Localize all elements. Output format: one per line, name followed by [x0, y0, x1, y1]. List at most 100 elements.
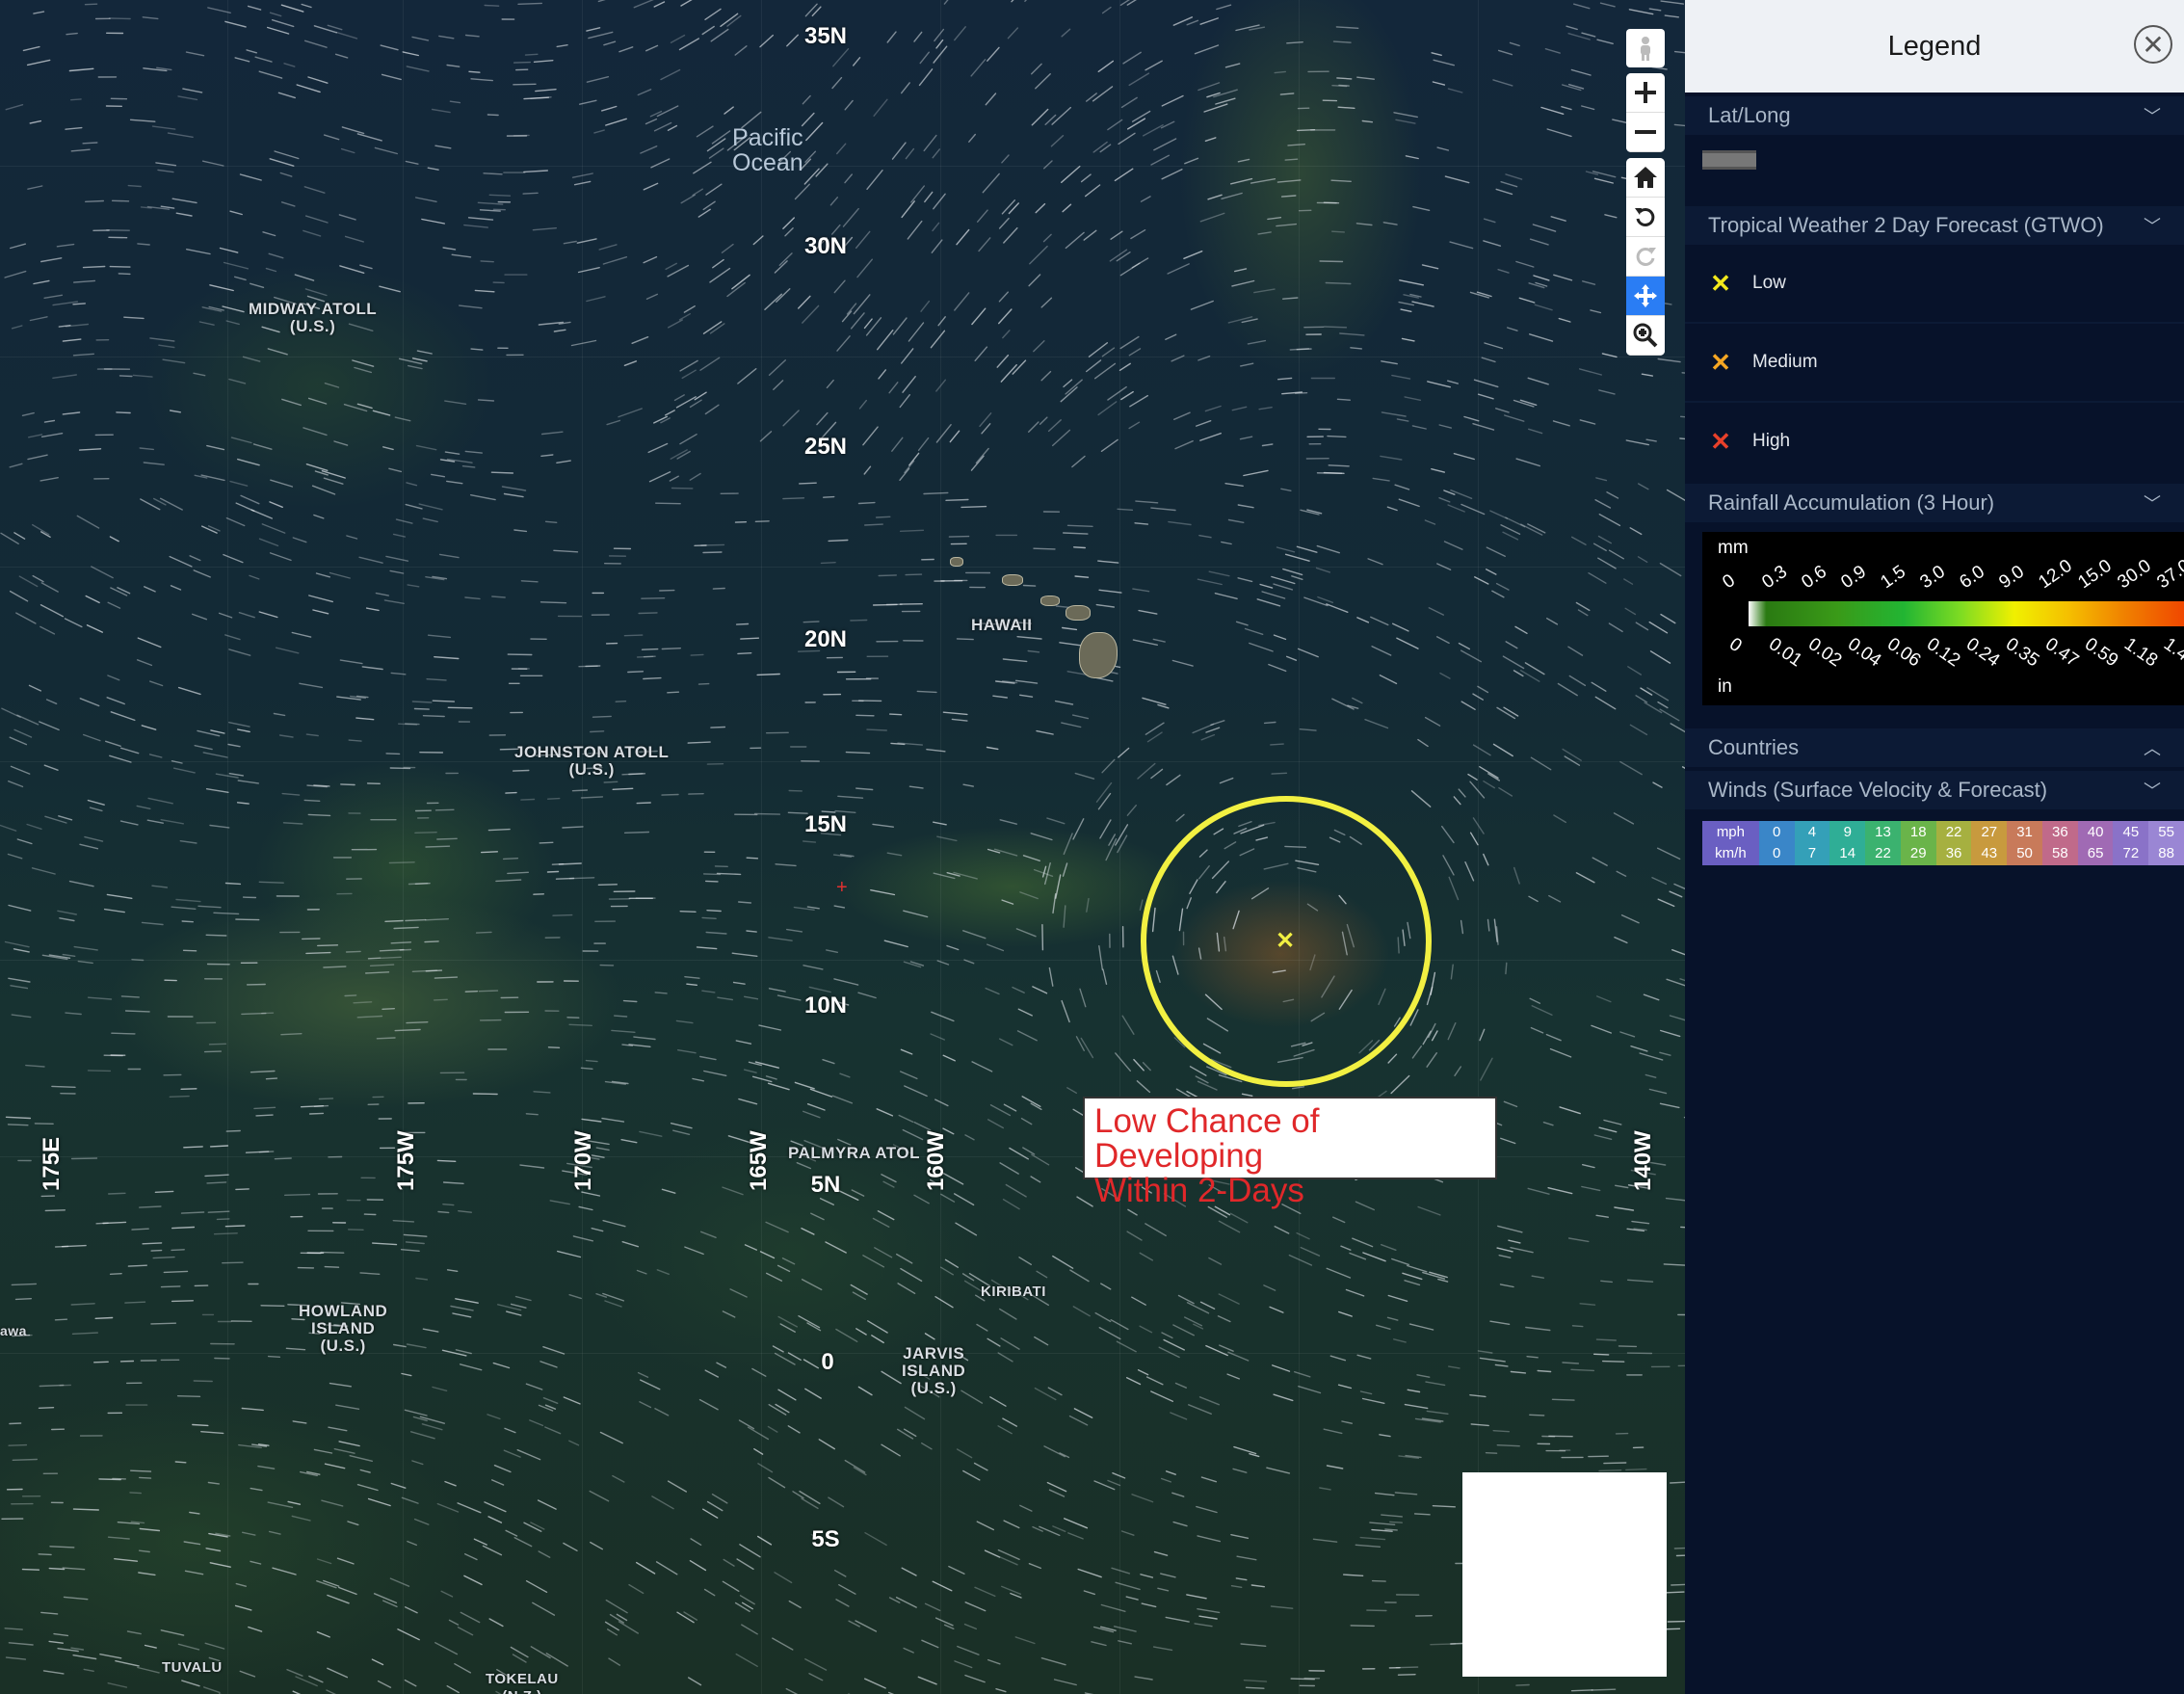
section-countries[interactable]: Countries ︿ — [1685, 728, 2184, 767]
wind-scale-cell: 40 65 — [2077, 821, 2114, 865]
wind-mph-value: 40 — [2087, 824, 2104, 840]
place-johnston: JOHNSTON ATOLL (U.S.) — [514, 743, 670, 779]
pan-icon[interactable] — [1626, 277, 1665, 316]
chevron-down-icon: ﹀ — [2144, 781, 2161, 801]
legend-title: Legend — [1887, 30, 1982, 62]
pegman-icon[interactable] — [1626, 29, 1665, 67]
wind-unit-mph: mph — [1716, 824, 1745, 840]
gtwo-medium-label: Medium — [1752, 352, 1818, 372]
lat-label-5n: 5N — [810, 1172, 841, 1198]
lat-label-10n: 10N — [803, 993, 848, 1019]
lat-label-5s: 5S — [811, 1526, 840, 1552]
wind-scale-cell: 47 — [1794, 821, 1830, 865]
rainfall-unit-in: in — [1718, 676, 1732, 697]
wind-kmh-value: 88 — [2158, 845, 2174, 861]
ocean-label: Pacific Ocean — [732, 124, 803, 176]
wind-kmh-value: 72 — [2122, 845, 2140, 861]
section-countries-label: Countries — [1708, 735, 1800, 759]
wind-kmh-value: 50 — [2016, 845, 2033, 861]
wind-mph-value: 55 — [2158, 824, 2174, 840]
rotate-left-icon[interactable] — [1626, 198, 1665, 237]
zoom-in-icon[interactable] — [1626, 73, 1665, 113]
wind-kmh-value: 0 — [1773, 845, 1781, 861]
rainfall-in-tick: 0.12 — [1922, 634, 1964, 672]
lat-label-35n: 35N — [803, 23, 848, 49]
lon-label-140w: 140W — [1630, 1130, 1656, 1191]
low-chance-x-icon[interactable]: ✕ — [1276, 927, 1295, 955]
section-winds-label: Winds (Surface Velocity & Forecast) — [1708, 778, 2048, 802]
place-edge: awa — [0, 1323, 27, 1338]
gtwo-low-label: Low — [1752, 273, 1786, 293]
close-circle-icon[interactable]: ✕ — [2134, 25, 2172, 64]
gtwo-item-medium: ✕ Medium — [1685, 324, 2184, 403]
wind-scale-cell: 27 43 — [1971, 821, 2008, 865]
overview-map-placeholder — [1462, 1472, 1667, 1677]
zoom-box-icon[interactable] — [1626, 316, 1665, 356]
rainfall-in-tick: 0.24 — [1961, 634, 2004, 672]
wind-mph-value: 13 — [1875, 824, 1891, 840]
wind-mph-value: 45 — [2122, 824, 2140, 840]
lon-label-160w: 160W — [923, 1130, 949, 1191]
wind-mph-value: 9 — [1843, 824, 1852, 840]
section-rainfall[interactable]: Rainfall Accumulation (3 Hour) ﹀ — [1685, 484, 2184, 522]
wind-scale-cell: 22 36 — [1935, 821, 1972, 865]
wind-unit-kmh: km/h — [1715, 845, 1747, 861]
rainfall-mm-tick: 6.0 — [1956, 561, 1989, 594]
lat-label-25n: 25N — [803, 434, 848, 460]
zoom-out-icon[interactable] — [1626, 113, 1665, 152]
lat-label-20n: 20N — [803, 626, 848, 652]
wind-kmh-value: 65 — [2087, 845, 2104, 861]
gtwo-item-high: ✕ High — [1685, 403, 2184, 480]
x-marker-icon: ✕ — [1710, 347, 1731, 377]
wind-mph-value: 22 — [1945, 824, 1962, 840]
section-latlong[interactable]: Lat/Long ﹀ — [1685, 96, 2184, 135]
section-gtwo[interactable]: Tropical Weather 2 Day Forecast (GTWO) ﹀ — [1685, 206, 2184, 245]
chevron-up-icon: ︿ — [2144, 739, 2161, 758]
rainfall-mm-tick: 15.0 — [2074, 555, 2116, 594]
rainfall-in-tick: 0.47 — [2040, 634, 2083, 672]
rainfall-in-tick: 0.35 — [2001, 634, 2043, 672]
map-view[interactable]: Pacific Ocean MIDWAY ATOLL (U.S.) HAWAII… — [0, 0, 1685, 1694]
rainfall-in-tick: 1.46 — [2159, 634, 2184, 672]
rainfall-mm-tick: 0.9 — [1837, 561, 1871, 594]
map-toolbar — [1626, 29, 1665, 361]
section-winds[interactable]: Winds (Surface Velocity & Forecast) ﹀ — [1685, 771, 2184, 809]
wind-mph-value: 18 — [1909, 824, 1927, 840]
wind-mph-value: 31 — [2016, 824, 2033, 840]
wind-scale-cell: 13 22 — [1865, 821, 1901, 865]
rotate-right-icon[interactable] — [1626, 237, 1665, 277]
rainfall-in-tick: 0.01 — [1764, 634, 1806, 672]
rainfall-in-tick: 0.59 — [2080, 634, 2122, 672]
rainfall-mm-tick: 0.6 — [1798, 561, 1831, 594]
place-midway: MIDWAY ATOLL (U.S.) — [249, 300, 378, 335]
place-tuvalu: TUVALU — [162, 1659, 223, 1676]
section-rainfall-label: Rainfall Accumulation (3 Hour) — [1708, 490, 1995, 515]
gtwo-item-low: ✕ Low — [1685, 245, 2184, 324]
place-hawaii: HAWAII — [971, 616, 1033, 634]
rainfall-mm-tick: 0 — [1719, 569, 1740, 594]
wind-kmh-value: 22 — [1875, 845, 1891, 861]
wind-scale-cell: 31 50 — [2007, 821, 2042, 865]
latlong-body — [1685, 150, 2184, 202]
wind-unit-cell: mph km/h — [1702, 821, 1759, 865]
chevron-down-icon: ﹀ — [2144, 494, 2161, 514]
rainfall-color-bar — [1749, 601, 2184, 626]
wind-kmh-value: 43 — [1981, 845, 1998, 861]
rainfall-unit-mm: mm — [1718, 538, 1749, 558]
lon-label-165w: 165W — [746, 1130, 772, 1191]
home-icon[interactable] — [1626, 158, 1665, 198]
wind-mph-value: 27 — [1981, 824, 1998, 840]
wind-kmh-value: 7 — [1807, 845, 1817, 861]
lat-label-0: 0 — [821, 1349, 834, 1375]
forecast-annotation: Low Chance of Developing Within 2-Days — [1083, 1097, 1497, 1208]
rainfall-mm-tick: 30.0 — [2114, 555, 2155, 594]
x-marker-icon: ✕ — [1710, 426, 1731, 456]
wind-scale-cell: 18 29 — [1900, 821, 1936, 865]
place-jarvis: JARVIS ISLAND (U.S.) — [902, 1344, 966, 1397]
gtwo-high-label: High — [1752, 431, 1791, 451]
rainfall-mm-tick: 0.3 — [1758, 561, 1792, 594]
legend-header: Legend ✕ — [1685, 0, 2184, 93]
legend-panel: Legend ✕ Lat/Long ﹀ Tropical Weather 2 D… — [1685, 0, 2184, 1694]
wind-kmh-value: 58 — [2051, 845, 2068, 861]
wind-speed-scale: mph km/h 0 0 4 7 9 14 13 22 18 29 22 36 27 43 31 50 36 58 40… — [1702, 821, 2184, 865]
